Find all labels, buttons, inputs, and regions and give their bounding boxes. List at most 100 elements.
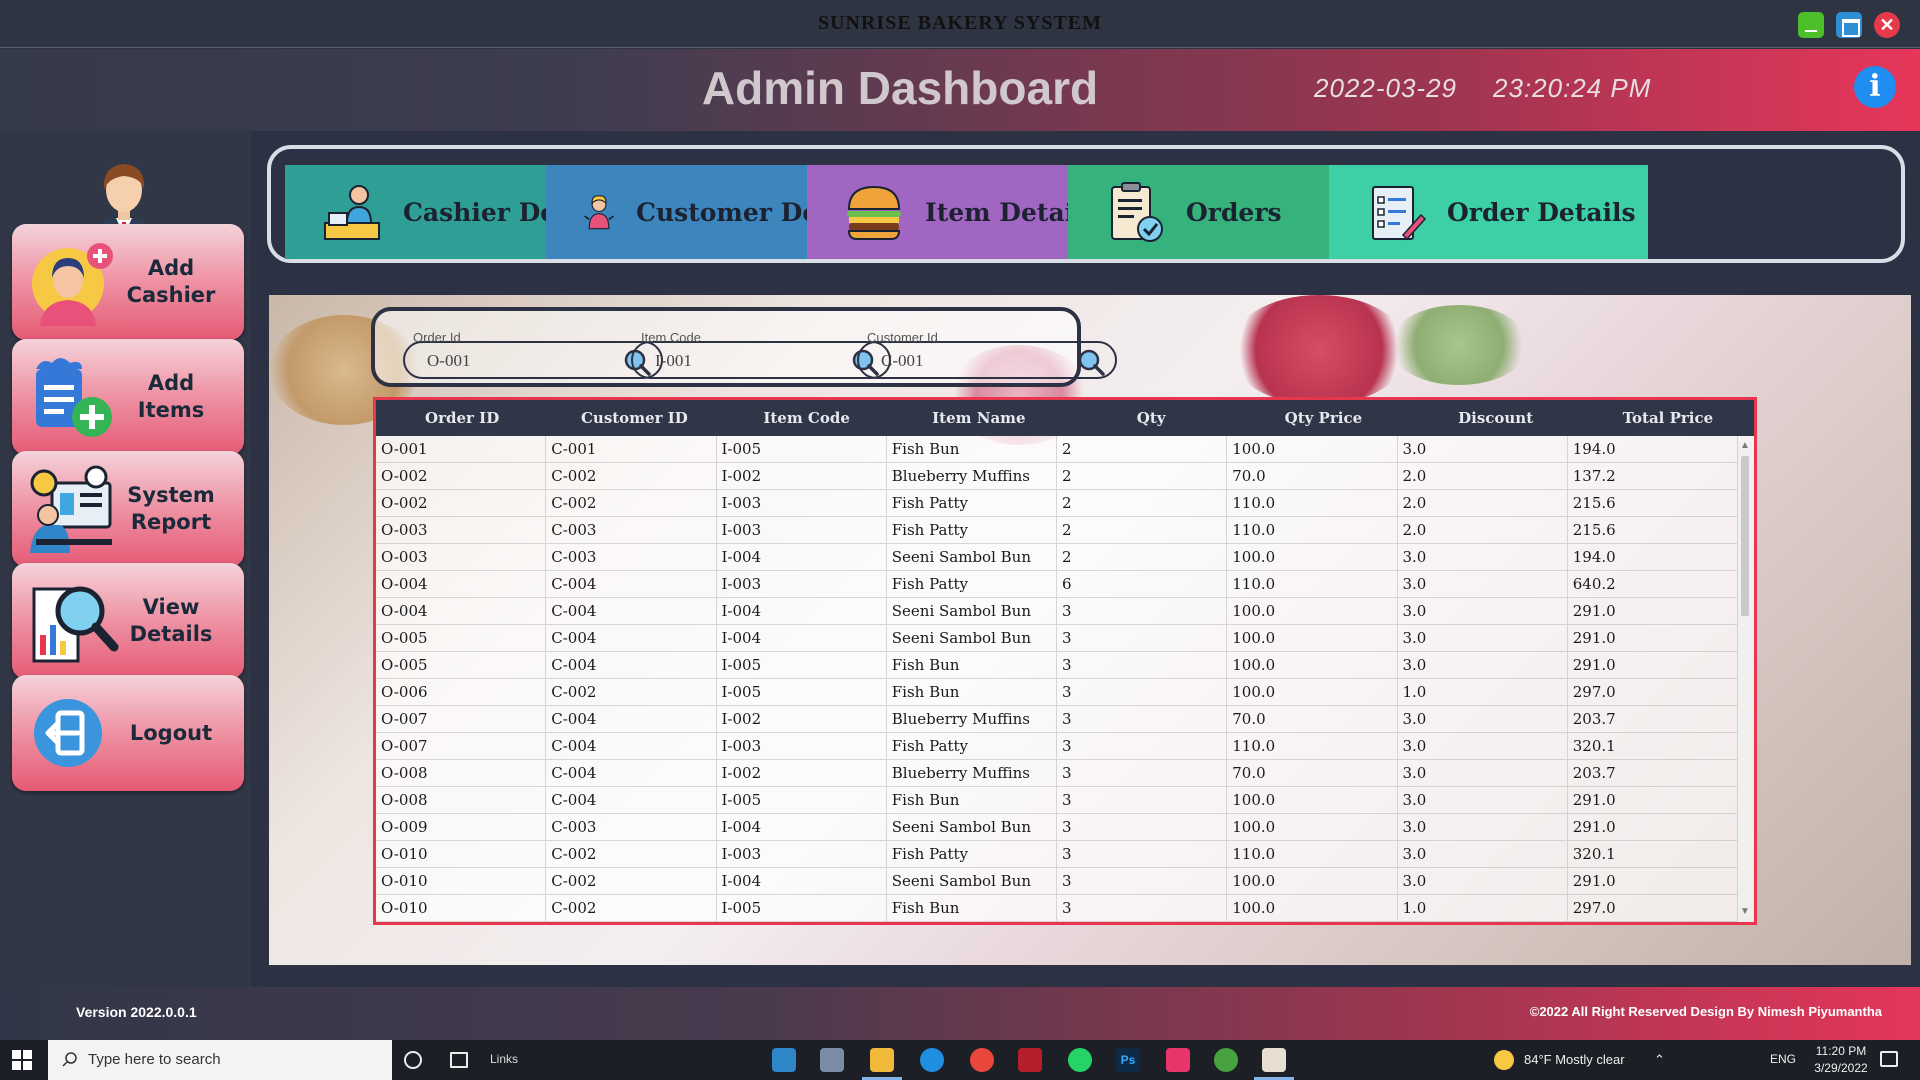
table-row[interactable]: O-010 C-002 I-003 Fish Patty 3 110.0 3.0 320.1 — [376, 841, 1738, 868]
logout-button[interactable]: Logout — [12, 675, 244, 791]
info-icon[interactable]: i — [1854, 66, 1896, 108]
table-row[interactable]: O-002 C-002 I-002 Blueberry Muffins 2 70.0 2.0… — [376, 463, 1738, 490]
table-cell: C-002 — [546, 868, 717, 894]
table-cell: Blueberry Muffins — [887, 760, 1057, 786]
column-header[interactable]: Item Name — [893, 400, 1065, 436]
table-row[interactable]: O-008 C-004 I-002 Blueberry Muffins 3 70.0 3.0… — [376, 760, 1738, 787]
file-explorer-icon[interactable] — [870, 1048, 894, 1072]
table-cell: O-010 — [376, 895, 547, 921]
mail-icon[interactable] — [772, 1048, 796, 1072]
photoshop-icon[interactable]: Ps — [1116, 1048, 1140, 1072]
intellij-icon[interactable] — [1166, 1048, 1190, 1072]
table-row[interactable]: O-004 C-004 I-003 Fish Patty 6 110.0 3.0 640.2 — [376, 571, 1738, 598]
burger-icon — [847, 185, 901, 240]
table-cell: 297.0 — [1568, 679, 1738, 705]
column-header[interactable]: Customer ID — [548, 400, 720, 436]
scroll-thumb[interactable] — [1741, 456, 1749, 616]
add-cashier-icon — [32, 243, 113, 326]
table-row[interactable]: O-008 C-004 I-005 Fish Bun 3 100.0 3.0 291.0 — [376, 787, 1738, 814]
cortana-icon[interactable] — [404, 1051, 422, 1069]
column-header[interactable]: Total Price — [1582, 400, 1754, 436]
table-row[interactable]: O-002 C-002 I-003 Fish Patty 2 110.0 2.0 215.6 — [376, 490, 1738, 517]
table-cell: 2 — [1057, 544, 1228, 570]
table-row[interactable]: O-007 C-004 I-002 Blueberry Muffins 3 70.0 3.0… — [376, 706, 1738, 733]
taskbar-search[interactable]: Type here to search — [48, 1040, 392, 1080]
taskbar-clock[interactable]: 11:20 PM 3/29/2022 — [1806, 1043, 1876, 1077]
table-cell: Seeni Sambol Bun — [887, 625, 1057, 651]
table-cell: I-005 — [717, 787, 887, 813]
weather-text[interactable]: 84°F Mostly clear — [1524, 1052, 1625, 1067]
vertical-scrollbar[interactable]: ▲ ▼ — [1738, 440, 1752, 918]
column-header[interactable]: Qty — [1065, 400, 1237, 436]
column-header[interactable]: Discount — [1410, 400, 1582, 436]
language-indicator[interactable]: ENG — [1770, 1052, 1796, 1066]
files-icon[interactable] — [820, 1048, 844, 1072]
table-cell: C-004 — [546, 706, 717, 732]
minimize-icon[interactable] — [1798, 12, 1824, 38]
table-row[interactable]: O-003 C-003 I-003 Fish Patty 2 110.0 2.0 215.6 — [376, 517, 1738, 544]
table-row[interactable]: O-009 C-003 I-004 Seeni Sambol Bun 3 100.0 3.0… — [376, 814, 1738, 841]
table-cell: I-005 — [717, 436, 887, 462]
item-code-field[interactable]: Item Code I-001 — [631, 330, 891, 379]
system-report-button[interactable]: System Report — [12, 451, 244, 567]
table-row[interactable]: O-005 C-004 I-005 Fish Bun 3 100.0 3.0 291.0 — [376, 652, 1738, 679]
table-cell: I-005 — [717, 652, 887, 678]
tray-chevron-icon[interactable]: ⌃ — [1654, 1052, 1665, 1068]
add-cashier-button[interactable]: Add Cashier — [12, 224, 244, 340]
close-icon[interactable]: ✕ — [1874, 12, 1900, 38]
maximize-icon[interactable] — [1836, 12, 1862, 38]
links-toolbar[interactable]: Links — [490, 1052, 518, 1066]
table-cell: I-004 — [717, 814, 887, 840]
table-cell: C-001 — [546, 436, 717, 462]
notifications-icon[interactable] — [1880, 1051, 1898, 1067]
app-icon[interactable] — [1018, 1048, 1042, 1072]
order-id-field[interactable]: Order Id O-001 — [403, 330, 663, 379]
edge-icon[interactable] — [920, 1048, 944, 1072]
column-header[interactable]: Item Code — [721, 400, 893, 436]
table-row[interactable]: O-004 C-004 I-004 Seeni Sambol Bun 3 100.0 3.0… — [376, 598, 1738, 625]
system-report-label: System Report — [127, 483, 215, 534]
column-header[interactable]: Order ID — [376, 400, 548, 436]
search-icon[interactable] — [1077, 348, 1105, 376]
table-cell: 3.0 — [1398, 787, 1568, 813]
table-cell: 3 — [1057, 679, 1228, 705]
chrome-icon[interactable] — [970, 1048, 994, 1072]
customer-id-value[interactable]: C-001 — [881, 351, 924, 371]
table-cell: 3.0 — [1398, 544, 1568, 570]
table-body[interactable]: O-001 C-001 I-005 Fish Bun 2 100.0 3.0 194.0 O-0… — [376, 436, 1738, 922]
tab-order-details[interactable]: Order Details — [1329, 165, 1648, 259]
weather-icon[interactable] — [1494, 1050, 1514, 1070]
table-row[interactable]: O-010 C-002 I-005 Fish Bun 3 100.0 1.0 297.0 — [376, 895, 1738, 922]
table-cell: I-005 — [717, 895, 887, 921]
scroll-down-icon[interactable]: ▼ — [1739, 906, 1751, 918]
table-cell: C-003 — [546, 544, 717, 570]
item-code-value[interactable]: I-001 — [655, 351, 692, 371]
table-row[interactable]: O-003 C-003 I-004 Seeni Sambol Bun 2 100.0 3.0… — [376, 544, 1738, 571]
add-items-button[interactable]: Add Items — [12, 339, 244, 455]
order-details-table[interactable]: Order ID Customer ID Item Code Item Name Qty… — [373, 397, 1757, 925]
table-row[interactable]: O-006 C-002 I-005 Fish Bun 3 100.0 1.0 297.0 — [376, 679, 1738, 706]
task-view-icon[interactable] — [450, 1052, 468, 1068]
table-cell: Blueberry Muffins — [887, 706, 1057, 732]
table-row[interactable]: O-010 C-002 I-004 Seeni Sambol Bun 3 100.0 3.0… — [376, 868, 1738, 895]
customer-id-field[interactable]: Customer Id C-001 — [857, 330, 1117, 379]
table-row[interactable]: O-007 C-004 I-003 Fish Patty 3 110.0 3.0 320.1 — [376, 733, 1738, 760]
whatsapp-icon[interactable] — [1068, 1048, 1092, 1072]
order-id-value[interactable]: O-001 — [427, 351, 470, 371]
windows-start-icon[interactable] — [12, 1050, 32, 1070]
scroll-up-icon[interactable]: ▲ — [1739, 440, 1751, 452]
table-cell: 3.0 — [1398, 706, 1568, 732]
table-row[interactable]: O-001 C-001 I-005 Fish Bun 2 100.0 3.0 194.0 — [376, 436, 1738, 463]
view-details-button[interactable]: View Details — [12, 563, 244, 679]
table-cell: Fish Patty — [887, 571, 1057, 597]
java-app-icon[interactable] — [1262, 1048, 1286, 1072]
logout-icon — [34, 699, 102, 767]
table-row[interactable]: O-005 C-004 I-004 Seeni Sambol Bun 3 100.0 3.0… — [376, 625, 1738, 652]
table-cell: 297.0 — [1568, 895, 1738, 921]
column-header[interactable]: Qty Price — [1237, 400, 1409, 436]
tab-label: Order Details — [1447, 197, 1636, 227]
table-cell: Fish Patty — [887, 490, 1057, 516]
background-photo — [1389, 305, 1529, 385]
app-icon[interactable] — [1214, 1048, 1238, 1072]
table-header: Order ID Customer ID Item Code Item Name Qty… — [376, 400, 1754, 436]
